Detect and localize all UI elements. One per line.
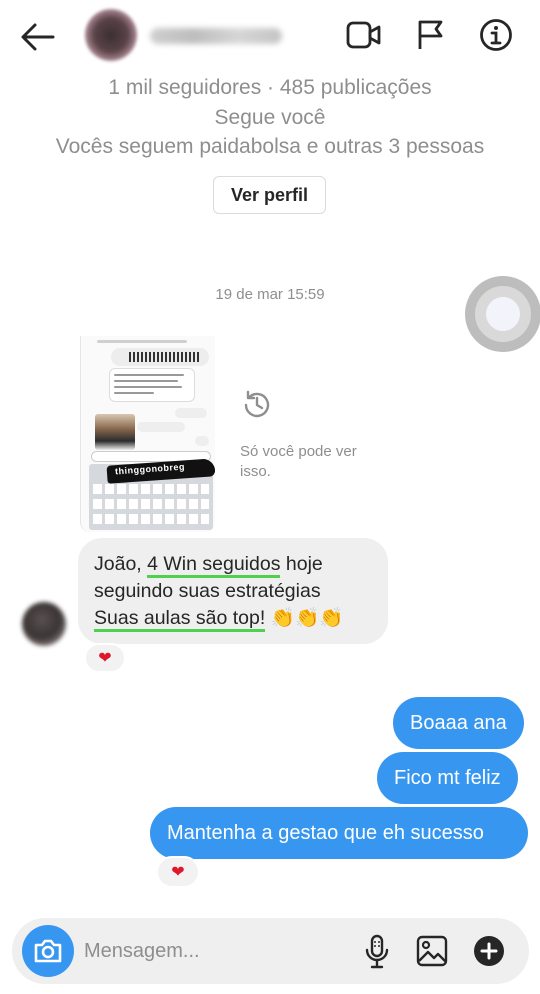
plus-icon[interactable] [473, 935, 505, 967]
chat-header: vouhbicbarbolo [0, 0, 540, 72]
view-profile-button[interactable]: Ver perfil [213, 176, 326, 214]
history-icon [244, 390, 270, 418]
message-text: hoje [285, 553, 323, 575]
video-camera-icon[interactable] [346, 20, 382, 50]
message-text: seguindo suas estratégias [94, 580, 321, 602]
sender-avatar[interactable] [22, 602, 66, 646]
contact-username[interactable]: vouhbicbarbolo [150, 28, 282, 44]
back-arrow-icon[interactable] [20, 22, 56, 52]
heart-reaction[interactable]: ❤ [84, 643, 126, 673]
incoming-message[interactable]: João, 4 Win seguidos hoje seguindo suas … [78, 538, 388, 644]
camera-button[interactable] [22, 925, 74, 977]
microphone-icon[interactable] [364, 934, 390, 970]
floating-chat-head[interactable] [465, 276, 540, 352]
gallery-icon[interactable] [416, 935, 448, 967]
mutual-followers: Vocês seguem paidabolsa e outras 3 pesso… [55, 135, 485, 158]
outgoing-message[interactable]: Mantenha a gestao que eh sucesso [150, 807, 528, 859]
flag-icon[interactable] [416, 19, 446, 51]
follows-you-label: Segue você [214, 106, 326, 129]
camera-icon [34, 939, 62, 963]
clapping-emoji: 👏👏👏 [270, 607, 344, 629]
message-composer [12, 918, 529, 984]
highlighted-text: Suas aulas são top! [94, 607, 266, 632]
only-you-text: Só você pode ver isso. [240, 443, 357, 480]
outgoing-message[interactable]: Fico mt feliz [377, 752, 518, 804]
heart-reaction[interactable]: ❤ [156, 856, 200, 888]
message-text: João, [94, 553, 148, 575]
contact-avatar[interactable] [85, 9, 137, 61]
outgoing-message[interactable]: Boaaa ana [393, 697, 524, 749]
highlighted-text: 4 Win seguidos [147, 553, 281, 578]
message-input[interactable] [84, 932, 344, 970]
message-timestamp: 19 de mar 15:59 [215, 286, 325, 303]
info-icon[interactable] [479, 18, 513, 52]
shared-screenshot[interactable]: thinggonobreg [80, 336, 215, 532]
followers-count: 1 mil seguidores · 485 publicações [108, 76, 432, 99]
